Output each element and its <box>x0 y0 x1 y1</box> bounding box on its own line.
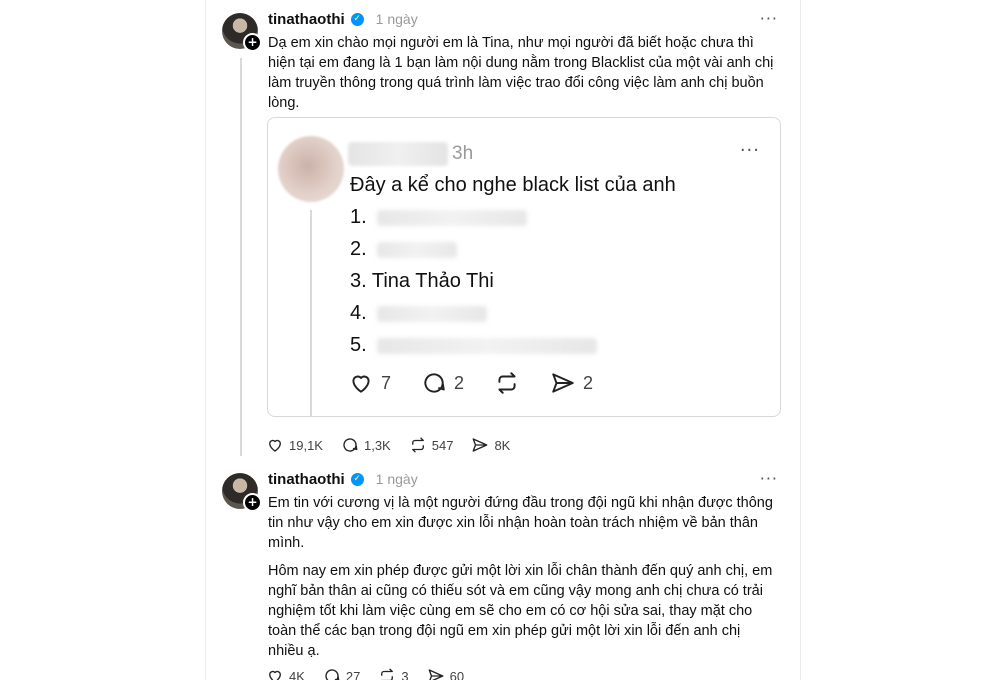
post-actions: 19,1K 1,3K 547 8K <box>266 436 528 454</box>
blurred-name <box>376 305 487 322</box>
post-text-paragraph-1: Em tin với cương vị là một người đứng đầ… <box>268 495 773 551</box>
avatar[interactable]: + <box>222 13 262 52</box>
share-count: 2 <box>583 372 594 393</box>
send-icon <box>552 373 574 393</box>
list-item-label: 3. Tina Thảo Thi <box>350 270 494 292</box>
comment-icon <box>424 373 445 393</box>
quoted-username-blurred[interactable] <box>348 142 448 166</box>
heart-icon <box>352 375 370 393</box>
quoted-time: 3h <box>452 143 474 164</box>
share-button[interactable]: 8K <box>471 436 510 454</box>
heart-icon <box>269 670 281 680</box>
repost-icon <box>381 668 394 680</box>
blurred-name <box>376 337 597 354</box>
list-item: 4. <box>350 302 487 325</box>
comment-icon <box>325 669 340 680</box>
blurred-name <box>376 209 527 226</box>
post-text: Dạ em xin chào mọi người em là Tina, như… <box>268 35 774 111</box>
comment-icon <box>343 438 358 452</box>
verified-badge-icon: ✓ <box>350 12 364 26</box>
username[interactable]: tinathaothi <box>268 471 345 488</box>
heart-icon <box>269 439 281 452</box>
quoted-text: Đây a kể cho nghe black list của anh <box>350 174 676 196</box>
quoted-share-button[interactable]: 2 <box>550 370 593 396</box>
repost-icon <box>498 372 516 394</box>
like-count: 19,1K <box>289 437 323 453</box>
post-header: tinathaothi ✓ 1 ngày <box>268 469 418 489</box>
reply-button[interactable]: 27 <box>323 667 360 680</box>
like-button[interactable]: 19,1K <box>266 436 323 454</box>
quoted-repost-button[interactable] <box>494 370 520 396</box>
post-time[interactable]: 1 ngày <box>376 471 418 487</box>
follow-plus-icon[interactable]: + <box>243 33 262 52</box>
list-item: 1. <box>350 206 527 229</box>
like-count: 4K <box>289 668 305 680</box>
username[interactable]: tinathaothi <box>268 11 345 28</box>
quoted-more-options-button[interactable]: ··· <box>740 140 760 161</box>
avatar[interactable]: + <box>222 473 262 512</box>
repost-icon <box>411 437 424 453</box>
reply-count: 2 <box>454 372 465 393</box>
follow-plus-icon[interactable]: + <box>243 493 262 512</box>
list-item-label: 2. <box>350 238 367 260</box>
blurred-name <box>376 241 457 258</box>
send-icon <box>428 669 444 680</box>
thread-line <box>240 58 242 456</box>
quoted-actions: 7 2 2 <box>348 370 623 396</box>
list-item: 2. <box>350 238 457 261</box>
quoted-post[interactable]: 3h ··· Đây a kể cho nghe black list của … <box>267 117 781 417</box>
quoted-like-button[interactable]: 7 <box>348 370 391 396</box>
post-header: tinathaothi ✓ 1 ngày <box>268 9 418 29</box>
verified-badge-icon: ✓ <box>350 472 364 486</box>
list-item: 3. Tina Thảo Thi <box>350 270 494 293</box>
list-item-label: 1. <box>350 206 367 228</box>
reply-count: 27 <box>345 668 361 680</box>
like-button[interactable]: 4K <box>266 667 305 680</box>
reply-count: 1,3K <box>363 437 391 453</box>
repost-button[interactable]: 3 <box>378 667 409 680</box>
post-2: + tinathaothi ✓ 1 ngày ··· Em tin với cư… <box>206 460 800 680</box>
threads-feed-column: + tinathaothi ✓ 1 ngày ··· Dạ em xin chà… <box>205 0 801 680</box>
post-1: + tinathaothi ✓ 1 ngày ··· Dạ em xin chà… <box>206 0 800 460</box>
send-icon <box>473 438 488 452</box>
share-count: 60 <box>449 668 465 680</box>
quoted-avatar[interactable] <box>278 136 344 202</box>
post-actions: 4K 27 3 60 <box>266 667 482 680</box>
share-button[interactable]: 60 <box>427 667 464 680</box>
post-time[interactable]: 1 ngày <box>376 11 418 27</box>
like-count: 7 <box>381 372 392 393</box>
list-item: 5. <box>350 334 597 357</box>
more-options-button[interactable]: ··· <box>760 9 778 28</box>
repost-button[interactable]: 547 <box>409 436 454 454</box>
list-item-label: 4. <box>350 302 367 324</box>
repost-count: 547 <box>431 437 454 453</box>
post-text-paragraph-2: Hôm nay em xin phép được gửi một lời xin… <box>268 563 773 659</box>
quoted-reply-button[interactable]: 2 <box>421 370 464 396</box>
more-options-button[interactable]: ··· <box>760 469 778 488</box>
repost-count: 3 <box>401 668 409 680</box>
share-count: 8K <box>494 437 511 453</box>
reply-button[interactable]: 1,3K <box>341 436 391 454</box>
quoted-thread-line <box>310 210 312 416</box>
list-item-label: 5. <box>350 334 367 356</box>
